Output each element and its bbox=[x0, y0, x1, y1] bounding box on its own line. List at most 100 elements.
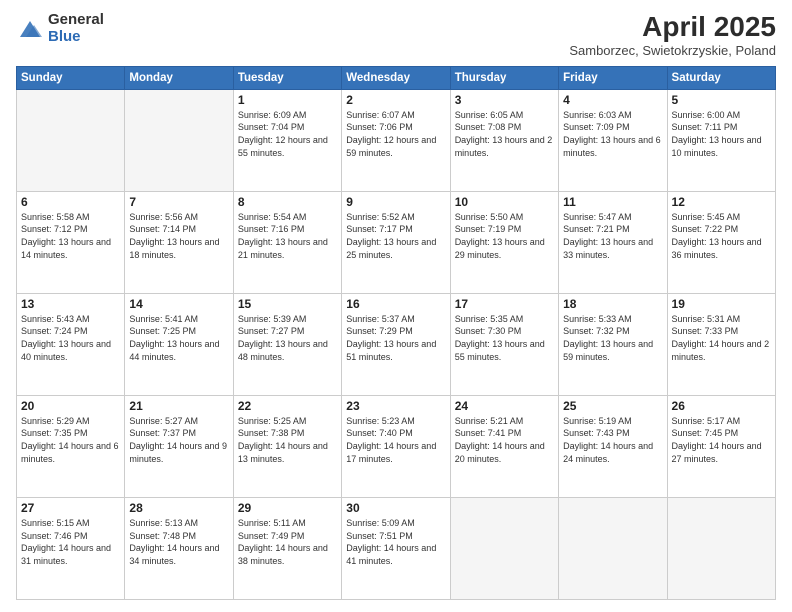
day-cell bbox=[667, 497, 775, 599]
header: General Blue April 2025 Samborzec, Swiet… bbox=[16, 12, 776, 58]
day-number: 19 bbox=[672, 297, 771, 311]
day-info: Sunrise: 5:21 AMSunset: 7:41 PMDaylight:… bbox=[455, 415, 554, 465]
day-info: Sunrise: 5:17 AMSunset: 7:45 PMDaylight:… bbox=[672, 415, 771, 465]
day-cell: 22Sunrise: 5:25 AMSunset: 7:38 PMDayligh… bbox=[233, 395, 341, 497]
day-cell: 5Sunrise: 6:00 AMSunset: 7:11 PMDaylight… bbox=[667, 89, 775, 191]
logo-blue: Blue bbox=[48, 29, 104, 46]
day-cell: 27 Sunrise: 5:15 AMSunset: 7:46 PMDayligh… bbox=[17, 497, 125, 599]
day-cell: 11 Sunrise: 5:47 AMSunset: 7:21 PMDayligh… bbox=[559, 191, 667, 293]
day-number: 6 bbox=[21, 195, 120, 209]
day-cell: 17Sunrise: 5:35 AMSunset: 7:30 PMDayligh… bbox=[450, 293, 558, 395]
day-cell bbox=[125, 89, 233, 191]
day-info: Sunrise: 5:23 AMSunset: 7:40 PMDaylight:… bbox=[346, 415, 445, 465]
day-cell: 20Sunrise: 5:29 AMSunset: 7:35 PMDayligh… bbox=[17, 395, 125, 497]
week-row-3: 20Sunrise: 5:29 AMSunset: 7:35 PMDayligh… bbox=[17, 395, 776, 497]
day-cell: 12 Sunrise: 5:45 AMSunset: 7:22 PMDayligh… bbox=[667, 191, 775, 293]
day-header-thursday: Thursday bbox=[450, 66, 558, 89]
day-info: Sunrise: 5:52 AMSunset: 7:17 PMDaylight:… bbox=[346, 211, 445, 261]
title-block: April 2025 Samborzec, Swietokrzyskie, Po… bbox=[569, 12, 776, 58]
day-number: 21 bbox=[129, 399, 228, 413]
day-number: 16 bbox=[346, 297, 445, 311]
day-cell: 14Sunrise: 5:41 AMSunset: 7:25 PMDayligh… bbox=[125, 293, 233, 395]
day-cell: 26 Sunrise: 5:17 AMSunset: 7:45 PMDayligh… bbox=[667, 395, 775, 497]
day-number: 30 bbox=[346, 501, 445, 515]
day-info: Sunrise: 5:54 AMSunset: 7:16 PMDaylight:… bbox=[238, 211, 337, 261]
day-number: 3 bbox=[455, 93, 554, 107]
day-cell: 16Sunrise: 5:37 AMSunset: 7:29 PMDayligh… bbox=[342, 293, 450, 395]
day-header-tuesday: Tuesday bbox=[233, 66, 341, 89]
logo-icon bbox=[16, 15, 44, 43]
day-info: Sunrise: 5:27 AMSunset: 7:37 PMDaylight:… bbox=[129, 415, 228, 465]
day-info: Sunrise: 5:35 AMSunset: 7:30 PMDaylight:… bbox=[455, 313, 554, 363]
day-info: Sunrise: 5:47 AMSunset: 7:21 PMDaylight:… bbox=[563, 211, 662, 261]
day-cell bbox=[17, 89, 125, 191]
day-cell: 23 Sunrise: 5:23 AMSunset: 7:40 PMDayligh… bbox=[342, 395, 450, 497]
day-cell: 21 Sunrise: 5:27 AMSunset: 7:37 PMDayligh… bbox=[125, 395, 233, 497]
day-info: Sunrise: 5:58 AMSunset: 7:12 PMDaylight:… bbox=[21, 211, 120, 261]
day-cell: 6 Sunrise: 5:58 AMSunset: 7:12 PMDaylight… bbox=[17, 191, 125, 293]
week-row-2: 13 Sunrise: 5:43 AMSunset: 7:24 PMDayligh… bbox=[17, 293, 776, 395]
day-info: Sunrise: 5:15 AMSunset: 7:46 PMDaylight:… bbox=[21, 517, 120, 567]
day-number: 5 bbox=[672, 93, 771, 107]
day-cell: 7 Sunrise: 5:56 AMSunset: 7:14 PMDaylight… bbox=[125, 191, 233, 293]
day-cell: 8 Sunrise: 5:54 AMSunset: 7:16 PMDaylight… bbox=[233, 191, 341, 293]
page: General Blue April 2025 Samborzec, Swiet… bbox=[0, 0, 792, 612]
day-info: Sunrise: 5:13 AMSunset: 7:48 PMDaylight:… bbox=[129, 517, 228, 567]
header-row: SundayMondayTuesdayWednesdayThursdayFrid… bbox=[17, 66, 776, 89]
day-number: 2 bbox=[346, 93, 445, 107]
week-row-4: 27 Sunrise: 5:15 AMSunset: 7:46 PMDayligh… bbox=[17, 497, 776, 599]
day-cell: 30 Sunrise: 5:09 AMSunset: 7:51 PMDayligh… bbox=[342, 497, 450, 599]
day-number: 12 bbox=[672, 195, 771, 209]
day-number: 13 bbox=[21, 297, 120, 311]
day-number: 7 bbox=[129, 195, 228, 209]
day-number: 22 bbox=[238, 399, 337, 413]
day-cell: 9Sunrise: 5:52 AMSunset: 7:17 PMDaylight… bbox=[342, 191, 450, 293]
day-number: 27 bbox=[21, 501, 120, 515]
day-cell: 10Sunrise: 5:50 AMSunset: 7:19 PMDayligh… bbox=[450, 191, 558, 293]
day-cell: 25Sunrise: 5:19 AMSunset: 7:43 PMDayligh… bbox=[559, 395, 667, 497]
day-cell: 3Sunrise: 6:05 AMSunset: 7:08 PMDaylight… bbox=[450, 89, 558, 191]
day-cell: 18 Sunrise: 5:33 AMSunset: 7:32 PMDayligh… bbox=[559, 293, 667, 395]
day-cell: 28 Sunrise: 5:13 AMSunset: 7:48 PMDayligh… bbox=[125, 497, 233, 599]
day-number: 8 bbox=[238, 195, 337, 209]
day-info: Sunrise: 5:09 AMSunset: 7:51 PMDaylight:… bbox=[346, 517, 445, 567]
day-number: 28 bbox=[129, 501, 228, 515]
day-number: 29 bbox=[238, 501, 337, 515]
main-title: April 2025 bbox=[569, 12, 776, 43]
day-number: 26 bbox=[672, 399, 771, 413]
day-number: 24 bbox=[455, 399, 554, 413]
day-info: Sunrise: 6:07 AMSunset: 7:06 PMDaylight:… bbox=[346, 109, 445, 159]
day-info: Sunrise: 5:43 AMSunset: 7:24 PMDaylight:… bbox=[21, 313, 120, 363]
day-info: Sunrise: 5:50 AMSunset: 7:19 PMDaylight:… bbox=[455, 211, 554, 261]
day-number: 18 bbox=[563, 297, 662, 311]
day-info: Sunrise: 5:19 AMSunset: 7:43 PMDaylight:… bbox=[563, 415, 662, 465]
day-cell: 2 Sunrise: 6:07 AMSunset: 7:06 PMDaylight… bbox=[342, 89, 450, 191]
logo-general: General bbox=[48, 12, 104, 29]
day-info: Sunrise: 5:56 AMSunset: 7:14 PMDaylight:… bbox=[129, 211, 228, 261]
day-number: 11 bbox=[563, 195, 662, 209]
day-info: Sunrise: 6:03 AMSunset: 7:09 PMDaylight:… bbox=[563, 109, 662, 159]
day-cell: 13 Sunrise: 5:43 AMSunset: 7:24 PMDayligh… bbox=[17, 293, 125, 395]
day-info: Sunrise: 5:39 AMSunset: 7:27 PMDaylight:… bbox=[238, 313, 337, 363]
day-header-monday: Monday bbox=[125, 66, 233, 89]
day-info: Sunrise: 5:45 AMSunset: 7:22 PMDaylight:… bbox=[672, 211, 771, 261]
day-cell: 1Sunrise: 6:09 AMSunset: 7:04 PMDaylight… bbox=[233, 89, 341, 191]
day-cell bbox=[559, 497, 667, 599]
day-header-wednesday: Wednesday bbox=[342, 66, 450, 89]
day-info: Sunrise: 6:09 AMSunset: 7:04 PMDaylight:… bbox=[238, 109, 337, 159]
logo-text: General Blue bbox=[48, 12, 104, 45]
calendar-table: SundayMondayTuesdayWednesdayThursdayFrid… bbox=[16, 66, 776, 600]
subtitle: Samborzec, Swietokrzyskie, Poland bbox=[569, 43, 776, 58]
week-row-1: 6 Sunrise: 5:58 AMSunset: 7:12 PMDaylight… bbox=[17, 191, 776, 293]
day-header-sunday: Sunday bbox=[17, 66, 125, 89]
day-info: Sunrise: 5:33 AMSunset: 7:32 PMDaylight:… bbox=[563, 313, 662, 363]
day-number: 4 bbox=[563, 93, 662, 107]
day-info: Sunrise: 5:31 AMSunset: 7:33 PMDaylight:… bbox=[672, 313, 771, 363]
day-number: 23 bbox=[346, 399, 445, 413]
day-header-friday: Friday bbox=[559, 66, 667, 89]
day-cell: 29 Sunrise: 5:11 AMSunset: 7:49 PMDayligh… bbox=[233, 497, 341, 599]
day-info: Sunrise: 5:41 AMSunset: 7:25 PMDaylight:… bbox=[129, 313, 228, 363]
day-number: 15 bbox=[238, 297, 337, 311]
day-cell: 24 Sunrise: 5:21 AMSunset: 7:41 PMDayligh… bbox=[450, 395, 558, 497]
day-info: Sunrise: 5:11 AMSunset: 7:49 PMDaylight:… bbox=[238, 517, 337, 567]
